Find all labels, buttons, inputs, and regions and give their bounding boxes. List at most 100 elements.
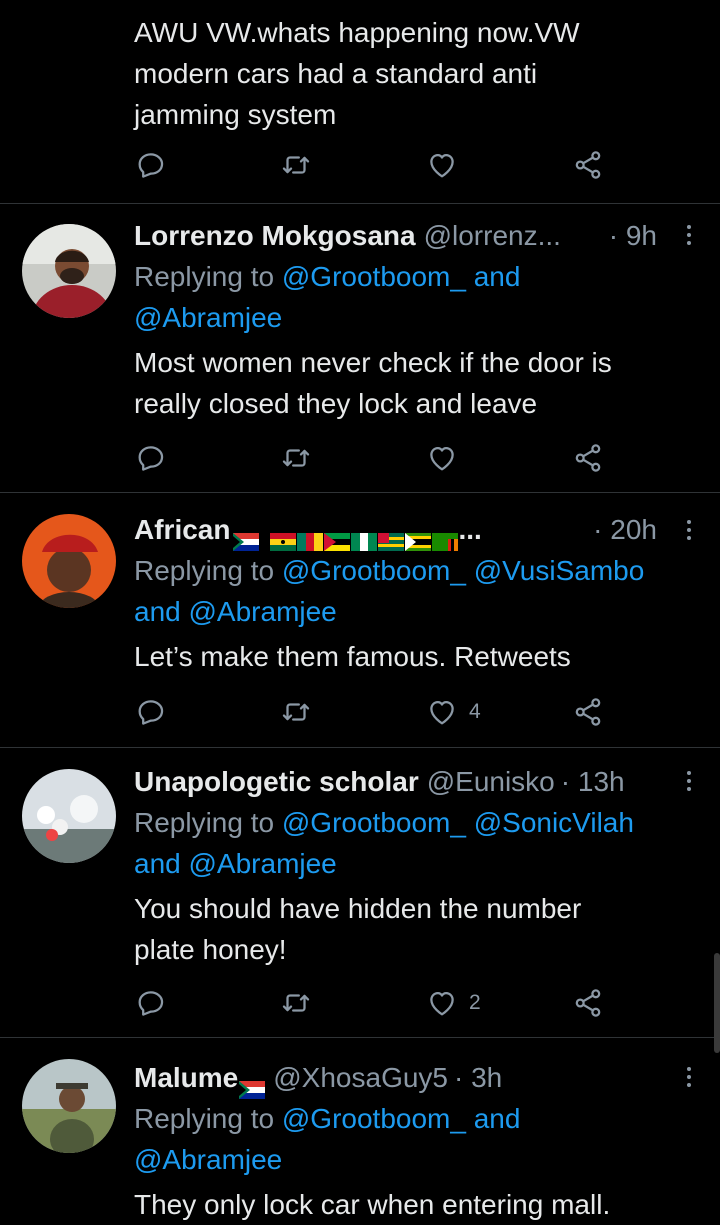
- mention-link[interactable]: and @Abramjee: [134, 591, 692, 632]
- reply-context: Replying to @Grootboom_ @VusiSambo: [134, 550, 692, 591]
- mention-link[interactable]: @Grootboom_ @SonicVilah: [282, 807, 634, 838]
- reply-context: Replying to @Grootboom_ and: [134, 1098, 692, 1139]
- like-count: 4: [469, 700, 481, 723]
- south-africa-flag-icon: [239, 1069, 266, 1099]
- user-handle[interactable]: @lorrenz...: [424, 215, 561, 256]
- reply-icon: [134, 441, 168, 475]
- mention-link[interactable]: @Abramjee: [134, 297, 692, 338]
- mention-link[interactable]: @Abramjee: [134, 1139, 692, 1180]
- tweet-actions: 2: [134, 983, 614, 1023]
- like-button[interactable]: [425, 438, 459, 478]
- like-count: 2: [469, 991, 481, 1014]
- reply-button[interactable]: [134, 145, 168, 185]
- tweet-time[interactable]: · 20h: [583, 509, 657, 550]
- tweet-header: Malume @XhosaGuy5 · 3h: [134, 1057, 692, 1099]
- reply-button[interactable]: [134, 692, 168, 732]
- mention-link[interactable]: and @Abramjee: [134, 843, 692, 884]
- reply-prefix: Replying to: [134, 261, 282, 292]
- zambia-flag-icon: [432, 521, 459, 551]
- display-name[interactable]: Malume: [134, 1057, 238, 1098]
- reply-prefix: Replying to: [134, 1103, 282, 1134]
- ghana-flag-icon: [270, 521, 297, 551]
- tweet-body-line: Let’s make them famous. Retweets: [134, 641, 571, 672]
- tweet-body-line: jamming system: [134, 99, 337, 130]
- reply-button[interactable]: [134, 438, 168, 478]
- retweet-button[interactable]: [279, 438, 313, 478]
- avatar[interactable]: [22, 514, 116, 608]
- tweet-body-line: plate honey!: [134, 934, 287, 965]
- share-icon: [571, 986, 605, 1020]
- scrollbar[interactable]: [714, 953, 720, 1053]
- tweet[interactable]: Unapologetic scholar @Eunisko · 13h Repl…: [0, 747, 720, 1038]
- tweet-body-line: really closed they lock and leave: [134, 388, 538, 419]
- retweet-icon: [279, 441, 313, 475]
- reply-icon: [134, 986, 168, 1020]
- retweet-button[interactable]: [279, 692, 313, 732]
- tweet-time[interactable]: · 9h: [599, 215, 657, 256]
- tweet[interactable]: Lorrenzo Mokgosana @lorrenz... · 9h Repl…: [0, 203, 720, 493]
- nigeria-flag-icon: [351, 521, 378, 551]
- reply-prefix: Replying to: [134, 555, 282, 586]
- tweet-actions: 4: [134, 692, 614, 732]
- cameroon-flag-icon: [297, 521, 324, 551]
- retweet-icon: [279, 986, 313, 1020]
- tweet[interactable]: Malume @XhosaGuy5 · 3h Replying to @Groo…: [0, 1037, 720, 1222]
- like-button[interactable]: 2: [425, 983, 481, 1023]
- retweet-button[interactable]: [279, 983, 313, 1023]
- mention-link[interactable]: @Grootboom_ and: [282, 1103, 521, 1134]
- tweet-body-line: They only lock car when entering mall.: [134, 1189, 611, 1220]
- tweet-actions: [134, 145, 614, 185]
- togo-flag-icon: [378, 521, 405, 551]
- display-name[interactable]: Lorrenzo Mokgosana: [134, 215, 416, 256]
- mention-link[interactable]: @Grootboom_ and: [282, 261, 521, 292]
- tweet[interactable]: African ... · 20h Replying to @Grootboom…: [0, 492, 720, 748]
- user-handle[interactable]: @Eunisko: [427, 761, 555, 802]
- tweet-body-line: AWU VW.whats happening now.VW: [134, 17, 580, 48]
- avatar[interactable]: [22, 1059, 116, 1153]
- tweet-body-line: modern cars had a standard anti: [134, 58, 538, 89]
- reply-prefix: Replying to: [134, 807, 282, 838]
- tweet-header: African ... · 20h: [134, 509, 692, 551]
- tweet-time[interactable]: · 3h: [454, 1057, 502, 1098]
- share-icon: [571, 695, 605, 729]
- share-icon: [571, 148, 605, 182]
- reply-context: Replying to @Grootboom_ and: [134, 256, 692, 297]
- mention-link[interactable]: @Grootboom_ @VusiSambo: [282, 555, 644, 586]
- reply-context: Replying to @Grootboom_ @SonicVilah: [134, 802, 692, 843]
- zimbabwe-flag-icon: [405, 521, 432, 551]
- like-icon: [425, 441, 459, 475]
- like-button[interactable]: 4: [425, 692, 481, 732]
- tweet-time[interactable]: · 13h: [561, 761, 625, 802]
- share-button[interactable]: [571, 145, 605, 185]
- retweet-icon: [279, 695, 313, 729]
- tweet-body-line: You should have hidden the number: [134, 893, 582, 924]
- avatar[interactable]: [22, 769, 116, 863]
- flag-emojis: ...: [232, 509, 482, 551]
- tweet-header: Lorrenzo Mokgosana @lorrenz... · 9h: [134, 215, 692, 256]
- more-icon[interactable]: [684, 221, 694, 251]
- like-icon: [425, 695, 459, 729]
- avatar[interactable]: [22, 224, 116, 318]
- share-button[interactable]: [571, 692, 605, 732]
- tweet-actions: [134, 438, 614, 478]
- reply-icon: [134, 695, 168, 729]
- share-button[interactable]: [571, 983, 605, 1023]
- user-handle[interactable]: @XhosaGuy5: [273, 1057, 448, 1098]
- like-icon: [425, 986, 459, 1020]
- retweet-button[interactable]: [279, 145, 313, 185]
- share-button[interactable]: [571, 438, 605, 478]
- more-icon[interactable]: [684, 516, 694, 546]
- display-name[interactable]: Unapologetic scholar: [134, 761, 419, 802]
- more-icon[interactable]: [684, 1063, 694, 1093]
- name-ellipsis: ...: [458, 514, 482, 545]
- display-name[interactable]: African: [134, 509, 230, 550]
- like-icon: [425, 148, 459, 182]
- tweet-header: Unapologetic scholar @Eunisko · 13h: [134, 761, 692, 802]
- tweet-partial[interactable]: AWU VW.whats happening now.VW modern car…: [0, 0, 720, 204]
- more-icon[interactable]: [684, 767, 694, 797]
- share-icon: [571, 441, 605, 475]
- retweet-icon: [279, 148, 313, 182]
- reply-button[interactable]: [134, 983, 168, 1023]
- like-button[interactable]: [425, 145, 459, 185]
- mozambique-flag-icon: [324, 521, 351, 551]
